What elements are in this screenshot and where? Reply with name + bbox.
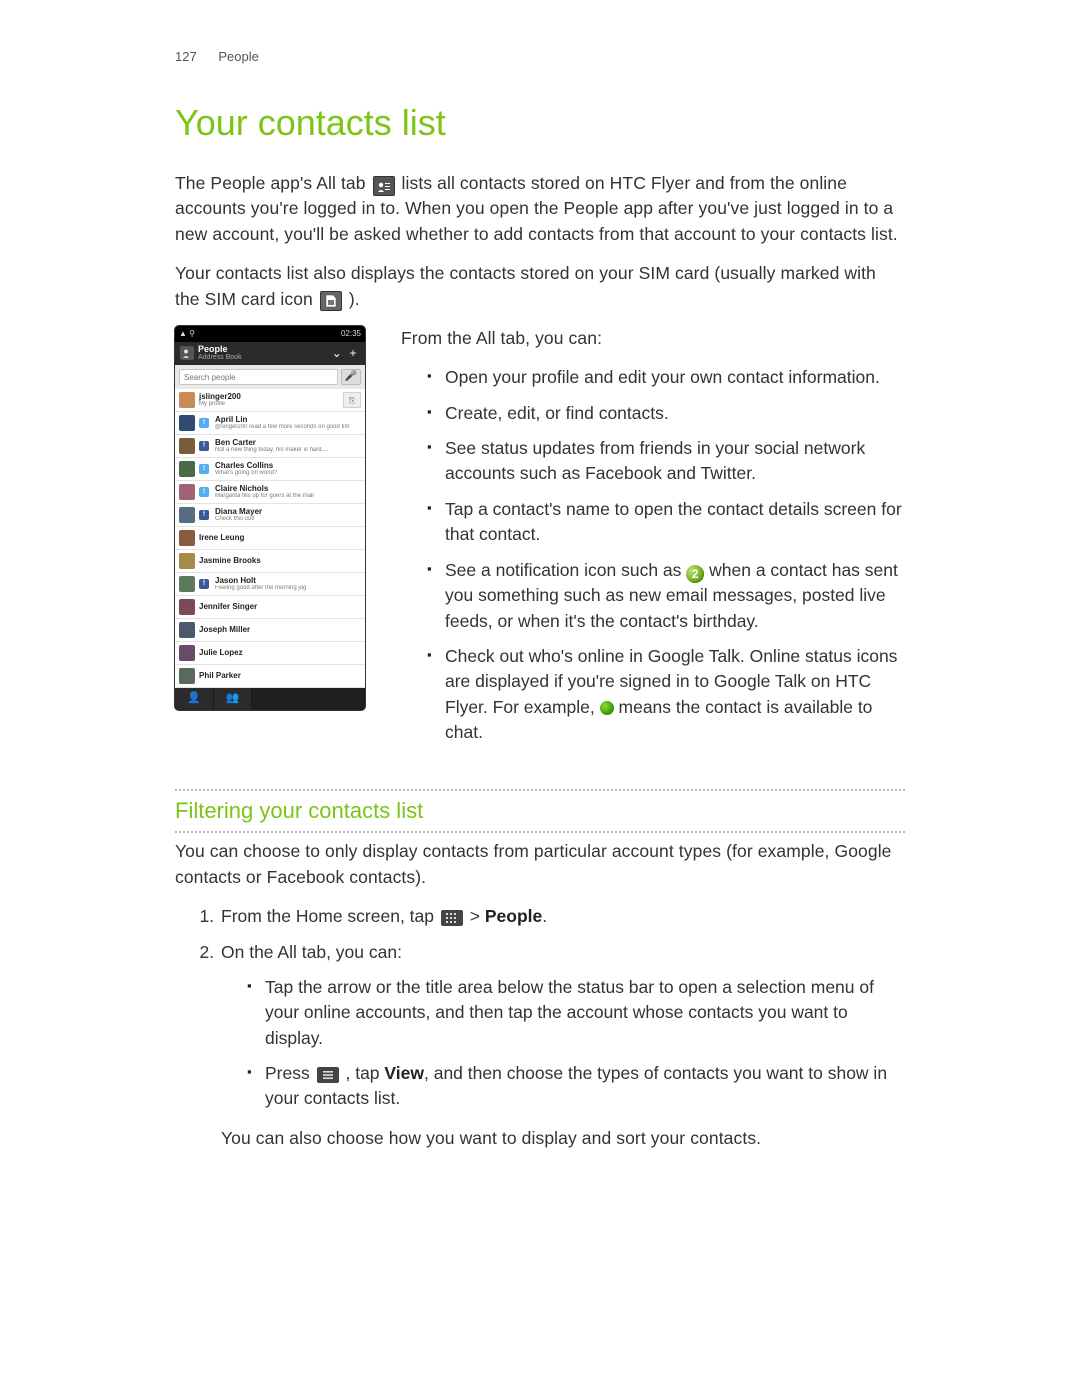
list-item: Tap a contact's name to open the contact… — [427, 497, 905, 548]
sim-card-icon — [320, 291, 342, 311]
phone-tab-people-icon: 👤 — [175, 688, 214, 710]
filter-steps: From the Home screen, tap > People. On t… — [175, 904, 905, 1151]
list-item: Open your profile and edit your own cont… — [427, 365, 905, 390]
step-2: On the All tab, you can: Tap the arrow o… — [219, 940, 905, 1152]
page-title: Your contacts list — [175, 97, 905, 149]
phone-search-input — [179, 369, 338, 386]
filter-intro: You can choose to only display contacts … — [175, 839, 905, 890]
step-1: From the Home screen, tap > People. — [219, 904, 905, 929]
phone-contact-list: jslinger200My profile⎘tApril Lin@singer2… — [175, 389, 365, 688]
phone-contact-row: jslinger200My profile⎘ — [175, 389, 365, 412]
phone-contact-row: tClaire NicholsMargarita fills up for go… — [175, 481, 365, 504]
all-tab-icon — [373, 176, 395, 196]
phone-contact-row: Irene Leung — [175, 527, 365, 550]
notification-badge-icon: 2 — [686, 565, 704, 583]
phone-contact-row: Jennifer Singer — [175, 596, 365, 619]
intro-paragraph-1: The People app's All tab lists all conta… — [175, 171, 905, 247]
phone-contact-row: tCharles CollinsWhat's going on world? — [175, 458, 365, 481]
online-status-icon — [600, 701, 614, 715]
intro-paragraph-2: Your contacts list also displays the con… — [175, 261, 905, 312]
phone-contact-row: Julie Lopez — [175, 642, 365, 665]
filter-note: You can also choose how you want to disp… — [221, 1126, 905, 1151]
phone-screenshot: ▲ ⚲ 02:35 People Address Book ⌄ — [175, 326, 365, 710]
phone-contact-row: Phil Parker — [175, 665, 365, 688]
phone-contact-row: fJason HoltFeeling good after the mornin… — [175, 573, 365, 596]
phone-contact-row: fDiana MayerCheck this out! — [175, 504, 365, 527]
phone-contact-row: Jasmine Brooks — [175, 550, 365, 573]
phone-tab-groups-icon: 👥 — [214, 688, 253, 710]
manual-page: 127 People Your contacts list The People… — [0, 0, 1080, 1397]
dropdown-icon: ⌄ — [330, 345, 344, 362]
list-item: Press , tap View, and then choose the ty… — [247, 1061, 905, 1112]
all-tab-feature-list: Open your profile and edit your own cont… — [427, 365, 905, 745]
phone-contact-row: tApril Lin@singer200 read a few more sec… — [175, 412, 365, 435]
list-item: Create, edit, or find contacts. — [427, 401, 905, 426]
list-item: See status updates from friends in your … — [427, 436, 905, 487]
list-item: See a notification icon such as 2 when a… — [427, 558, 905, 634]
phone-title-bar: People Address Book ⌄ + — [175, 342, 365, 365]
phone-contact-row: Joseph Miller — [175, 619, 365, 642]
phone-search-bar: 🎤 — [175, 365, 365, 390]
list-item: Check out who's online in Google Talk. O… — [427, 644, 905, 746]
page-number: 127 — [175, 49, 197, 64]
subheading-filtering: Filtering your contacts list — [175, 789, 905, 833]
section-name: People — [218, 49, 258, 64]
page-header: 127 People — [175, 48, 905, 67]
phone-bottom-tabs: 👤 👥 — [175, 688, 365, 710]
list-item: Tap the arrow or the title area below th… — [247, 975, 905, 1051]
voice-search-icon: 🎤 — [341, 369, 361, 386]
phone-status-bar: ▲ ⚲ 02:35 — [175, 326, 365, 342]
menu-icon — [317, 1067, 339, 1083]
phone-title-actions: ⌄ + — [330, 345, 360, 362]
add-icon: + — [346, 345, 360, 362]
phone-contact-row: fBen CarterNot a new thing today, his ma… — [175, 435, 365, 458]
all-tab-overview: ▲ ⚲ 02:35 People Address Book ⌄ — [175, 326, 905, 756]
apps-grid-icon — [441, 910, 463, 926]
all-tab-lead: From the All tab, you can: — [401, 326, 905, 351]
